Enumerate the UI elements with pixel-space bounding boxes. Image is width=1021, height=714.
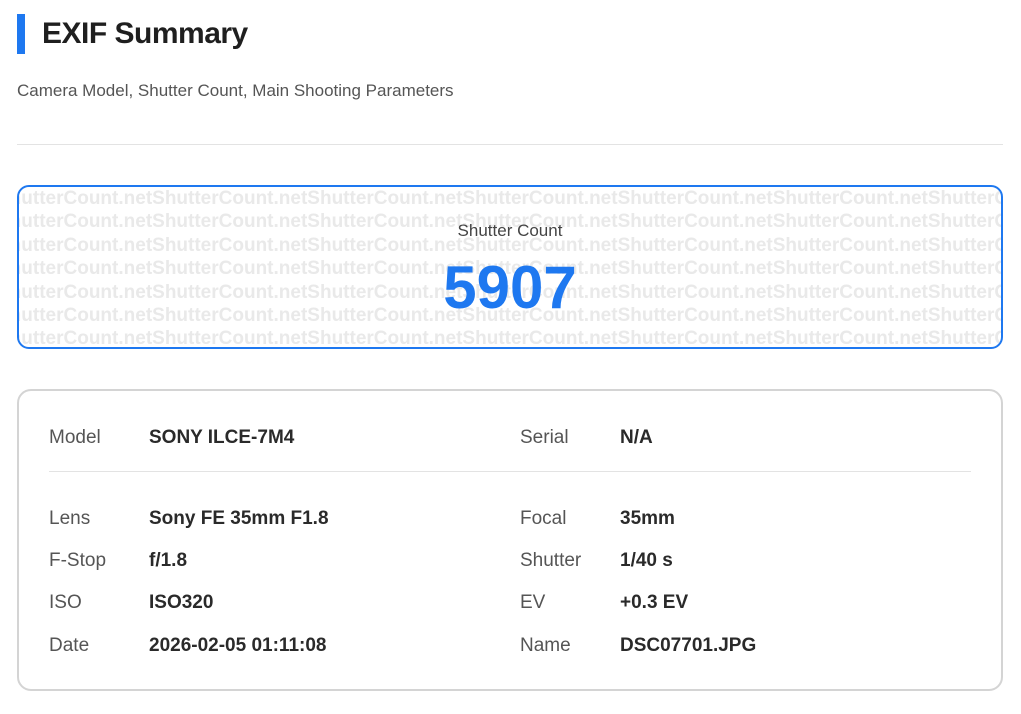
title-accent-bar [17,14,25,54]
shutter-label: Shutter [520,550,582,571]
date-value: 2026-02-05 01:11:08 [149,635,327,656]
lens-label: Lens [49,508,91,529]
row-iso-ev: ISO ISO320 EV +0.3 EV [19,588,1001,618]
serial-value: N/A [620,427,653,448]
watermark-line: ShutterCount.netShutterCount.netShutterC… [17,188,1003,209]
ev-label: EV [520,592,546,613]
iso-label: ISO [49,592,82,613]
model-label: Model [49,427,101,448]
row-date-name: Date 2026-02-05 01:11:08 Name DSC07701.J… [19,631,1001,661]
serial-label: Serial [520,427,569,448]
shutter-value: 1/40 s [620,550,673,571]
card-divider [49,471,971,472]
shutter-count-label: Shutter Count [457,221,563,240]
row-model-serial: Model SONY ILCE-7M4 Serial N/A [19,423,1001,453]
date-label: Date [49,635,90,656]
exif-details-card: Model SONY ILCE-7M4 Serial N/A Lens Sony… [17,389,1003,691]
fstop-value: f/1.8 [149,550,188,571]
ev-value: +0.3 EV [620,592,689,613]
row-fstop-shutter: F-Stop f/1.8 Shutter 1/40 s [19,546,1001,576]
model-value: SONY ILCE-7M4 [149,427,295,448]
row-lens-focal: Lens Sony FE 35mm F1.8 Focal 35mm [19,504,1001,534]
lens-value: Sony FE 35mm F1.8 [149,508,329,529]
name-value: DSC07701.JPG [620,635,757,656]
fstop-label: F-Stop [49,550,107,571]
name-label: Name [520,635,571,656]
shutter-count-value: 5907 [443,254,577,321]
iso-value: ISO320 [149,592,214,613]
focal-label: Focal [520,508,567,529]
page-subtitle: Camera Model, Shutter Count, Main Shooti… [17,81,454,100]
focal-value: 35mm [620,508,675,529]
header-divider [17,144,1003,145]
page-title: EXIF Summary [42,17,248,50]
page-header: EXIF Summary [17,14,248,54]
watermark-line: ShutterCount.netShutterCount.netShutterC… [17,328,1003,347]
shutter-count-panel: ShutterCount.netShutterCount.netShutterC… [17,185,1003,349]
